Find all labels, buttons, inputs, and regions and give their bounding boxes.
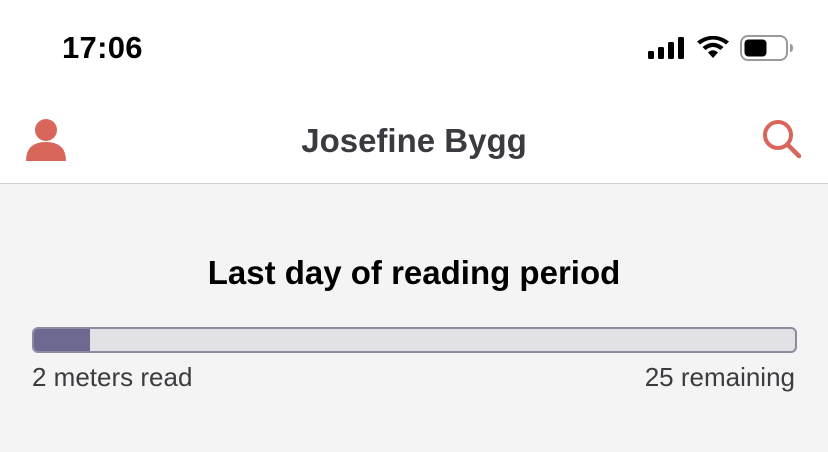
status-bar: 17:06 — [0, 0, 828, 96]
page-title: Josefine Bygg — [301, 122, 527, 159]
battery-icon — [740, 35, 793, 61]
app-header: Josefine Bygg — [0, 96, 828, 184]
status-time: 17:06 — [62, 30, 143, 65]
reading-period-panel: Last day of reading period 2 meters read… — [0, 184, 828, 452]
status-icons — [648, 35, 794, 61]
search-icon[interactable] — [761, 118, 803, 160]
cellular-signal-icon — [648, 37, 684, 59]
reading-period-title: Last day of reading period — [207, 254, 621, 291]
meters-read-label: 2 meters read — [32, 362, 193, 392]
remaining-label: 25 remaining — [644, 362, 795, 392]
wifi-icon — [697, 36, 729, 58]
reading-progress-fill — [34, 329, 91, 351]
reading-progress-bar — [32, 327, 797, 353]
